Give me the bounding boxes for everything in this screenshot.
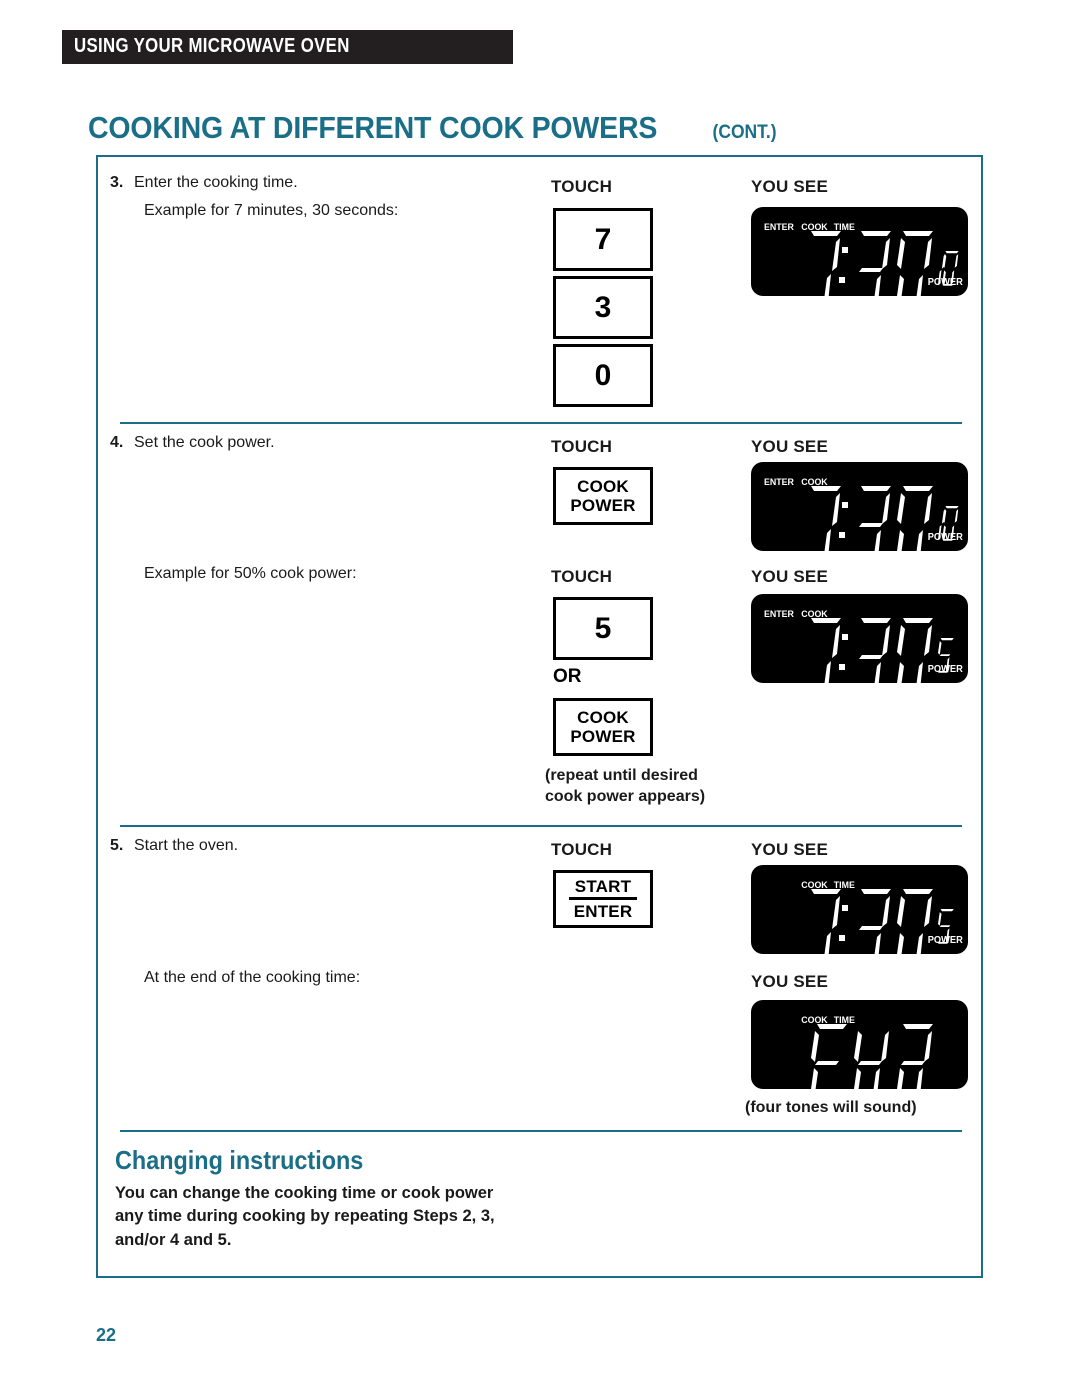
indicator-enter: ENTER	[764, 477, 794, 487]
step-4-example-you-see-header: YOU SEE	[751, 567, 828, 586]
instruction-frame: 3. Enter the cooking time. Example for 7…	[96, 155, 983, 1278]
step-3-title: Enter the cooking time.	[134, 174, 298, 191]
or-label: OR	[553, 666, 582, 687]
indicator-enter: ENTER	[764, 609, 794, 619]
display-step-4-svg: ENTER COOK POWER	[764, 477, 963, 551]
page-number: 22	[96, 1325, 117, 1345]
display-end-svg: COOK TIME	[801, 1015, 933, 1089]
indicator-enter: ENTER	[764, 222, 794, 232]
key-0[interactable]: 0	[553, 344, 653, 407]
indicator-time: TIME	[834, 880, 855, 890]
key-start-enter[interactable]: START ENTER	[553, 870, 653, 928]
key-7-label: 7	[594, 222, 612, 256]
seg-digit-7	[811, 889, 841, 954]
seg-digit-7	[811, 486, 841, 551]
changing-instructions-line2: any time during cooking by repeating Ste…	[115, 1207, 495, 1226]
indicator-cook: COOK	[801, 477, 828, 487]
changing-instructions-body: You can change the cooking time or cook …	[115, 1182, 495, 1252]
divider-step-4-5	[120, 825, 962, 827]
step-4-example-touch-header: TOUCH	[551, 567, 613, 586]
step-5-number: 5.	[110, 837, 124, 854]
key-cook-power-1-line2: POWER	[570, 496, 636, 515]
display-step-5-svg: COOK TIME POWER	[801, 880, 963, 954]
indicator-cook: COOK	[801, 222, 828, 232]
power-label: POWER	[928, 277, 963, 288]
step-5-end-you-see-header: YOU SEE	[751, 972, 828, 991]
step-3-number: 3.	[110, 174, 124, 191]
changing-instructions-title: Changing instructions	[115, 1145, 364, 1175]
seg-colon	[839, 634, 848, 670]
seg-letter-e	[811, 1024, 847, 1089]
key-3[interactable]: 3	[553, 276, 653, 339]
seg-digit-3	[859, 889, 891, 954]
indicator-time: TIME	[834, 1015, 855, 1025]
seg-colon	[839, 905, 848, 941]
display-step-4: ENTER COOK POWER	[751, 462, 968, 551]
key-cook-power-2[interactable]: COOK POWER	[553, 698, 653, 756]
page-title-cont: (CONT.)	[712, 122, 777, 143]
indicator-cook: COOK	[801, 880, 828, 890]
running-head-text: USING YOUR MICROWAVE OVEN	[74, 35, 350, 58]
key-cook-power-2-line2: POWER	[570, 727, 636, 746]
seg-letter-n	[854, 1031, 889, 1089]
display-step-5: COOK TIME POWER	[751, 865, 968, 954]
display-step-4-example-svg: ENTER COOK POWER	[764, 609, 963, 683]
display-step-4-example: ENTER COOK POWER	[751, 594, 968, 683]
key-cook-power-1-line1: COOK	[577, 476, 629, 496]
page-title-main: COOKING AT DIFFERENT COOK POWERS	[88, 110, 658, 145]
step-3-example: Example for 7 minutes, 30 seconds:	[144, 202, 399, 219]
step-4-touch-header: TOUCH	[551, 437, 613, 456]
power-label: POWER	[928, 935, 963, 946]
cook-power-repeat-note: (repeat until desired cook power appears…	[545, 765, 705, 807]
seg-digit-3	[859, 231, 891, 296]
running-head-banner: USING YOUR MICROWAVE OVEN	[62, 30, 513, 64]
changing-instructions-line3: and/or 4 and 5.	[115, 1230, 232, 1249]
divider-changing-instructions	[120, 1130, 962, 1132]
display-step-3-svg: ENTER COOK TIME POWER	[764, 222, 963, 296]
changing-instructions-line1: You can change the cooking time or cook …	[115, 1184, 494, 1202]
indicator-cook: COOK	[801, 1015, 828, 1025]
cook-power-repeat-note-line1: (repeat until desired	[545, 767, 698, 784]
step-5-title: Start the oven.	[134, 837, 239, 854]
seg-digit-7	[811, 231, 841, 296]
key-cook-power-1[interactable]: COOK POWER	[553, 467, 653, 525]
step-5-you-see-header: YOU SEE	[751, 840, 828, 859]
step-4-title: Set the cook power.	[134, 434, 275, 451]
key-0-label: 0	[594, 358, 612, 392]
step-4-number: 4.	[110, 434, 124, 451]
indicator-cook: COOK	[801, 609, 828, 619]
step-3-touch-header: TOUCH	[551, 177, 613, 196]
key-start-enter-divider	[569, 897, 637, 900]
seg-digit-7	[811, 618, 841, 683]
display-step-3: ENTER COOK TIME POWER	[751, 207, 968, 296]
power-label: POWER	[928, 532, 963, 543]
key-5-label: 5	[594, 611, 612, 645]
key-cook-power-2-line1: COOK	[577, 707, 629, 727]
key-start-enter-line1: START	[574, 876, 632, 896]
step-4-example: Example for 50% cook power:	[144, 565, 357, 582]
page-title: COOKING AT DIFFERENT COOK POWERS (CONT.)	[88, 108, 776, 144]
step-5-end-text: At the end of the cooking time:	[144, 969, 361, 986]
key-5[interactable]: 5	[553, 597, 653, 660]
key-3-label: 3	[594, 290, 612, 324]
seg-colon	[839, 502, 848, 538]
key-7[interactable]: 7	[553, 208, 653, 271]
indicator-time: TIME	[834, 222, 855, 232]
power-label: POWER	[928, 664, 963, 675]
seg-colon	[839, 247, 848, 283]
seg-digit-3	[859, 486, 891, 551]
key-start-enter-line2: ENTER	[573, 902, 633, 921]
seg-letter-d	[897, 1024, 933, 1089]
divider-step-3-4	[120, 422, 962, 424]
display-end: COOK TIME	[751, 1000, 968, 1089]
step-5-touch-header: TOUCH	[551, 840, 613, 859]
step-3-you-see-header: YOU SEE	[751, 177, 828, 196]
cook-power-repeat-note-line2: cook power appears)	[545, 788, 706, 806]
end-tones-note: (four tones will sound)	[745, 1099, 917, 1116]
seg-digit-3	[859, 618, 891, 683]
step-4-you-see-header: YOU SEE	[751, 437, 828, 456]
